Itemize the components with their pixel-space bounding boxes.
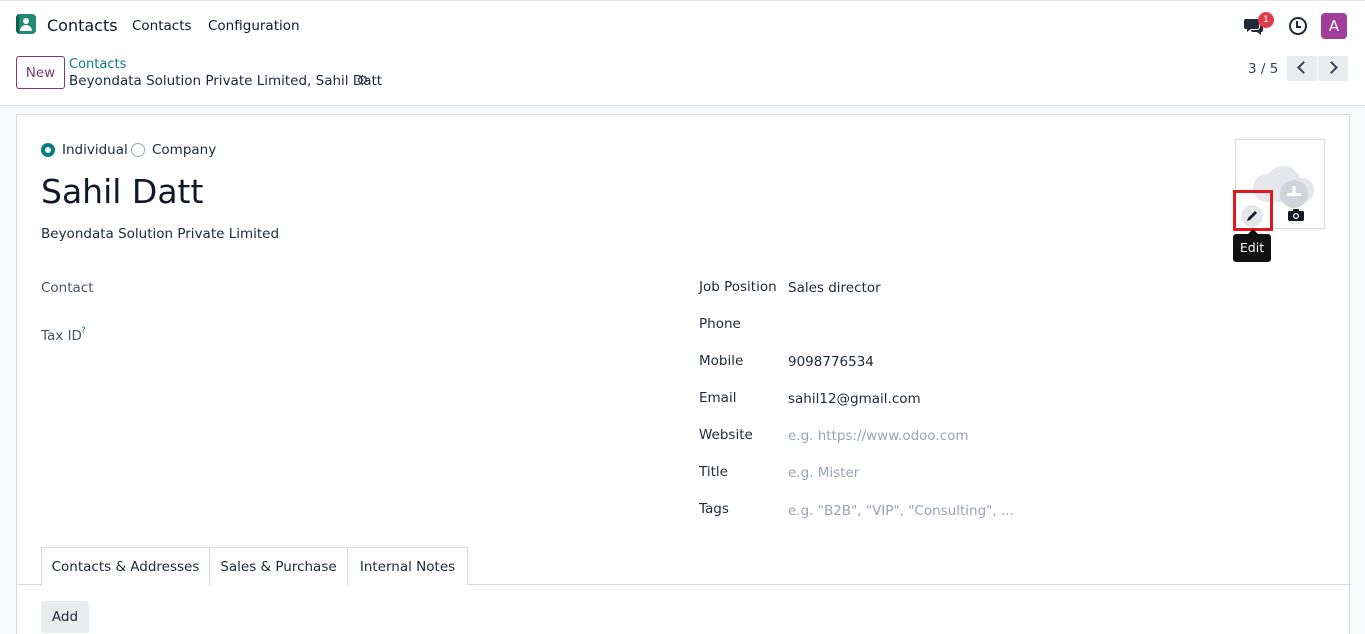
pager-counter[interactable]: 3 / 5 [1248,61,1278,77]
gear-icon[interactable]: ⚙ [356,74,370,88]
mobile-label: Mobile [699,353,744,369]
tab-sales-purchase[interactable]: Sales & Purchase [209,547,348,585]
breadcrumb-current: Beyondata Solution Private Limited, Sahi… [69,73,383,89]
chat-badge: 1 [1258,12,1274,28]
user-avatar[interactable]: A [1321,13,1347,39]
contacts-app-icon[interactable] [16,14,36,34]
tax-id-help-icon[interactable]: ? [81,326,86,336]
add-contact-button[interactable]: Add [41,601,89,633]
email-field[interactable]: sahil12@gmail.com [788,391,921,407]
phone-label: Phone [699,316,741,332]
tags-field[interactable]: e.g. "B2B", "VIP", "Consulting", ... [788,503,1014,519]
website-label: Website [699,427,753,443]
edit-highlight-box [1233,190,1273,231]
contact-name-field[interactable]: Sahil Datt [41,172,203,211]
title-label: Title [699,464,728,480]
contact-address-label: Contact [41,280,94,296]
website-field[interactable]: e.g. https://www.odoo.com [788,428,969,444]
new-button[interactable]: New [16,56,65,89]
tab-internal-notes[interactable]: Internal Notes [347,547,468,585]
tax-id-label: Tax ID [41,328,82,344]
mobile-field[interactable]: 9098776534 [788,354,874,370]
company-name-field[interactable]: Beyondata Solution Private Limited [41,226,279,242]
pager-next-button[interactable] [1318,56,1348,81]
radio-company[interactable] [131,143,145,157]
radio-individual-label[interactable]: Individual [62,142,128,158]
job-position-field[interactable]: Sales director [788,280,881,296]
radio-company-label[interactable]: Company [152,142,216,158]
chevron-left-icon [1297,61,1310,74]
activity-clock-icon[interactable] [1289,17,1307,35]
menu-configuration[interactable]: Configuration [208,18,300,34]
form-sheet: Individual Company Sahil Datt Beyondata … [16,114,1351,634]
top-navbar: Contacts Contacts Configuration 1 A [0,0,1365,50]
pager-previous-button[interactable] [1287,56,1317,81]
edit-tooltip: Edit [1233,229,1271,262]
email-label: Email [699,390,737,406]
job-position-label: Job Position [699,279,777,295]
tags-label: Tags [699,501,729,517]
camera-icon[interactable] [1288,209,1304,221]
radio-individual[interactable] [41,143,55,157]
tab-contacts-addresses[interactable]: Contacts & Addresses [41,547,210,586]
chevron-right-icon [1325,61,1338,74]
breadcrumb-contacts-link[interactable]: Contacts [69,57,126,72]
title-field[interactable]: e.g. Mister [788,465,859,481]
app-title[interactable]: Contacts [47,16,118,35]
phone-field[interactable] [788,316,1288,334]
menu-contacts[interactable]: Contacts [132,18,192,34]
